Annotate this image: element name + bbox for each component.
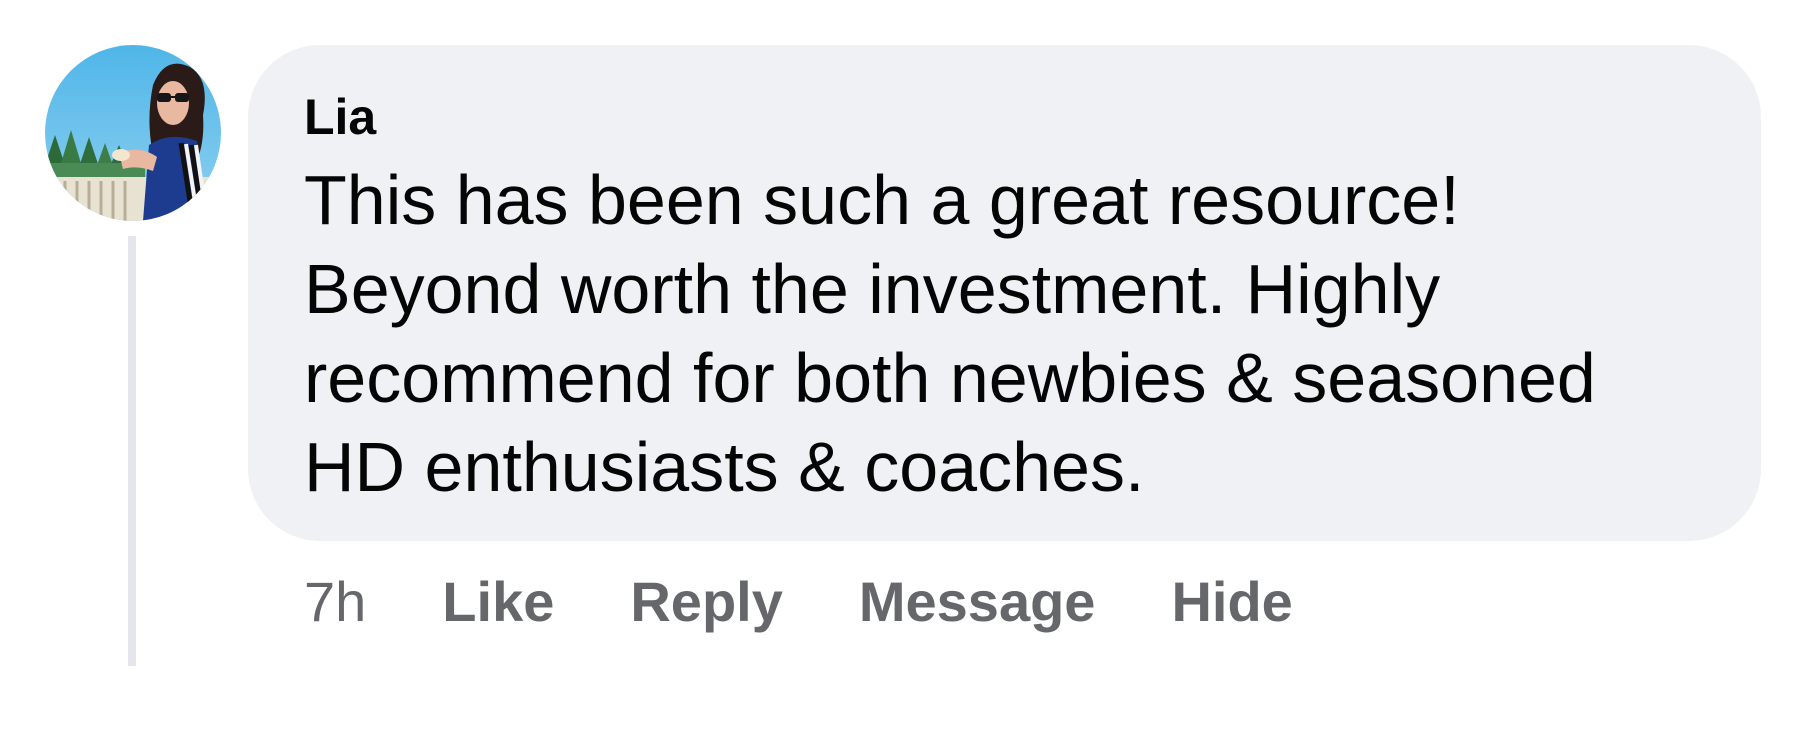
timestamp[interactable]: 7h xyxy=(304,569,366,634)
avatar[interactable] xyxy=(45,45,221,221)
reply-button[interactable]: Reply xyxy=(630,569,783,634)
comment-text-line: Beyond worth the investment. Highly xyxy=(304,250,1441,328)
comment-text-line: This has been such a great resource! xyxy=(304,161,1460,239)
comment-actions: 7h Like Reply Message Hide xyxy=(304,566,1293,636)
message-button[interactable]: Message xyxy=(859,569,1096,634)
hide-button[interactable]: Hide xyxy=(1171,569,1292,634)
thread-line xyxy=(128,236,136,666)
author-name[interactable]: Lia xyxy=(304,88,376,146)
profile-photo-icon xyxy=(45,45,221,221)
comment-text-line: HD enthusiasts & coaches. xyxy=(304,428,1145,506)
comment-text: This has been such a great resource! Bey… xyxy=(304,156,1724,512)
like-button[interactable]: Like xyxy=(442,569,554,634)
comment-text-line: recommend for both newbies & seasoned xyxy=(304,339,1596,417)
